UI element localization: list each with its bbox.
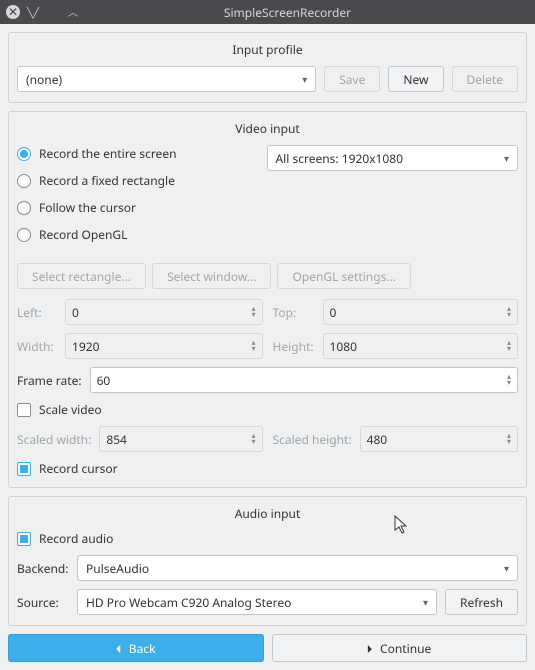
video-input-group: Video input Record the entire screen Rec… <box>8 111 527 488</box>
select-rectangle-button: Select rectangle... <box>17 263 146 289</box>
height-input: 1080▴▾ <box>323 333 519 359</box>
continue-button[interactable]: 🞂 Continue <box>272 634 528 662</box>
width-input: 1920▴▾ <box>65 333 263 359</box>
video-input-title: Video input <box>17 118 518 145</box>
radio-label: Record the entire screen <box>39 145 177 162</box>
delete-button: Delete <box>452 66 519 92</box>
profile-select-value: (none) <box>26 71 62 88</box>
scaled-width-input: 854▴▾ <box>99 426 262 452</box>
screen-select-value: All screens: 1920x1080 <box>276 150 404 167</box>
radio-icon <box>17 201 31 215</box>
checkbox-icon <box>17 462 31 476</box>
backend-select[interactable]: PulseAudio ▾ <box>77 555 518 581</box>
radio-label: Record a fixed rectangle <box>39 172 175 189</box>
titlebar: ✕ ╲╱ ︿ SimpleScreenRecorder <box>0 0 535 24</box>
checkbox-label: Scale video <box>39 401 102 418</box>
arrow-right-icon: 🞂 <box>367 640 372 657</box>
backend-select-value: PulseAudio <box>86 560 149 577</box>
chevron-down-icon: ▾ <box>504 151 509 165</box>
backend-label: Backend: <box>17 560 69 577</box>
input-profile-title: Input profile <box>17 39 518 66</box>
audio-input-title: Audio input <box>17 503 518 530</box>
refresh-button[interactable]: Refresh <box>445 589 518 615</box>
height-label: Height: <box>273 338 315 355</box>
window-title: SimpleScreenRecorder <box>46 4 529 21</box>
chevron-down-icon: ▾ <box>423 595 428 609</box>
stepper-icon: ▴▾ <box>507 306 511 318</box>
radio-label: Follow the cursor <box>39 199 136 216</box>
record-audio-checkbox[interactable]: Record audio <box>17 530 113 547</box>
left-input: 0▴▾ <box>65 299 263 325</box>
frame-rate-input[interactable]: 60▴▾ <box>90 367 518 393</box>
checkbox-label: Record cursor <box>39 460 118 477</box>
radio-follow-cursor[interactable]: Follow the cursor <box>17 199 251 216</box>
audio-input-group: Audio input Record audio Backend: PulseA… <box>8 496 527 626</box>
left-label: Left: <box>17 304 57 321</box>
source-select-value: HD Pro Webcam C920 Analog Stereo <box>86 594 291 611</box>
stepper-icon[interactable]: ▴▾ <box>507 374 511 386</box>
close-icon[interactable]: ✕ <box>6 5 20 19</box>
radio-label: Record OpenGL <box>39 226 127 243</box>
scale-video-checkbox[interactable]: Scale video <box>17 401 102 418</box>
radio-icon <box>17 147 31 161</box>
record-cursor-checkbox[interactable]: Record cursor <box>17 460 118 477</box>
source-select[interactable]: HD Pro Webcam C920 Analog Stereo ▾ <box>77 589 437 615</box>
stepper-icon: ▴▾ <box>507 340 511 352</box>
checkbox-label: Record audio <box>39 530 113 547</box>
arrow-left-icon: 🞀 <box>116 640 121 657</box>
radio-record-fixed[interactable]: Record a fixed rectangle <box>17 172 251 189</box>
scaled-width-label: Scaled width: <box>17 431 91 448</box>
continue-label: Continue <box>380 640 431 657</box>
checkbox-icon <box>17 532 31 546</box>
radio-icon <box>17 228 31 242</box>
chevron-down-icon: ▾ <box>302 72 307 86</box>
source-label: Source: <box>17 594 69 611</box>
radio-icon <box>17 174 31 188</box>
scaled-height-label: Scaled height: <box>273 431 352 448</box>
chevron-down-icon: ▾ <box>504 561 509 575</box>
select-window-button: Select window... <box>152 263 271 289</box>
minimize-icon[interactable]: ╲╱ <box>26 5 40 19</box>
frame-rate-label: Frame rate: <box>17 372 82 389</box>
profile-select[interactable]: (none) ▾ <box>17 66 316 92</box>
stepper-icon: ▴▾ <box>251 340 255 352</box>
screen-select[interactable]: All screens: 1920x1080 ▾ <box>267 145 519 171</box>
top-label: Top: <box>273 304 315 321</box>
stepper-icon: ▴▾ <box>251 306 255 318</box>
stepper-icon: ▴▾ <box>251 433 255 445</box>
radio-record-opengl[interactable]: Record OpenGL <box>17 226 251 243</box>
new-button[interactable]: New <box>388 66 443 92</box>
radio-record-entire[interactable]: Record the entire screen <box>17 145 251 162</box>
input-profile-group: Input profile (none) ▾ Save New Delete <box>8 32 527 103</box>
scaled-height-input: 480▴▾ <box>360 426 518 452</box>
width-label: Width: <box>17 338 57 355</box>
checkbox-icon <box>17 403 31 417</box>
save-button: Save <box>324 66 380 92</box>
stepper-icon: ▴▾ <box>507 433 511 445</box>
top-input: 0▴▾ <box>323 299 519 325</box>
back-button[interactable]: 🞀 Back <box>8 634 264 662</box>
back-label: Back <box>129 640 156 657</box>
opengl-settings-button: OpenGL settings... <box>277 263 411 289</box>
